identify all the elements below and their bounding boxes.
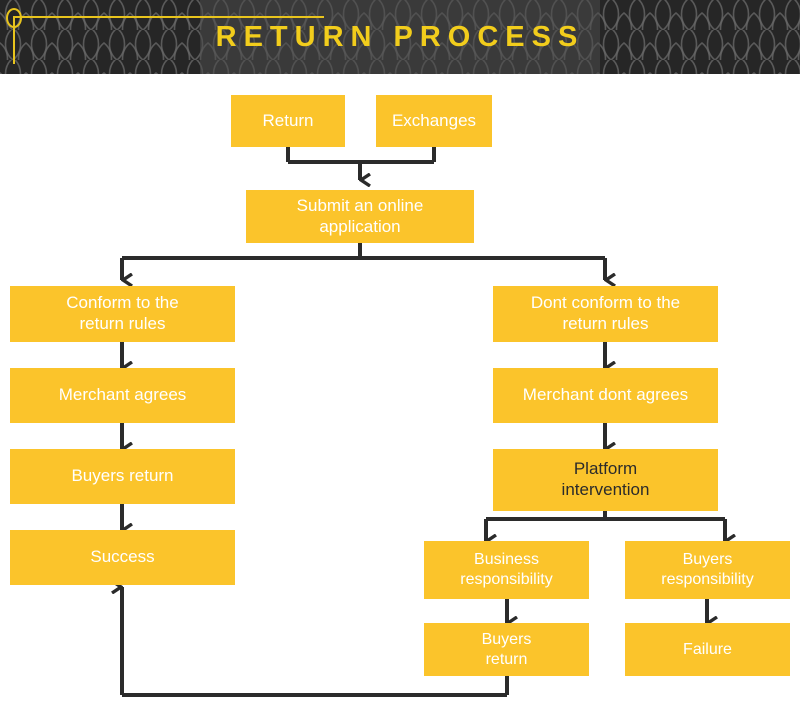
flowchart-page: RETURN PROCESS Return Exchanges Submit a… [0,0,800,709]
page-header: RETURN PROCESS [0,0,800,74]
node-platform-intervention[interactable]: Platform intervention [493,449,718,511]
node-submit-application[interactable]: Submit an online application [246,190,474,243]
node-merchant-dont-agrees[interactable]: Merchant dont agrees [493,368,718,423]
page-title: RETURN PROCESS [215,20,585,53]
node-exchanges[interactable]: Exchanges [376,95,492,147]
node-merchant-agrees[interactable]: Merchant agrees [10,368,235,423]
node-conform-to-return-rules[interactable]: Conform to the return rules [10,286,235,342]
node-business-responsibility[interactable]: Business responsibility [424,541,589,599]
node-dont-conform-to-return-rules[interactable]: Dont conform to the return rules [493,286,718,342]
node-buyers-responsibility[interactable]: Buyers responsibility [625,541,790,599]
node-success[interactable]: Success [10,530,235,585]
node-failure[interactable]: Failure [625,623,790,676]
node-buyers-return-left[interactable]: Buyers return [10,449,235,504]
node-buyers-return-right[interactable]: Buyers return [424,623,589,676]
flowchart-canvas: Return Exchanges Submit an online applic… [0,74,800,709]
node-return[interactable]: Return [231,95,345,147]
